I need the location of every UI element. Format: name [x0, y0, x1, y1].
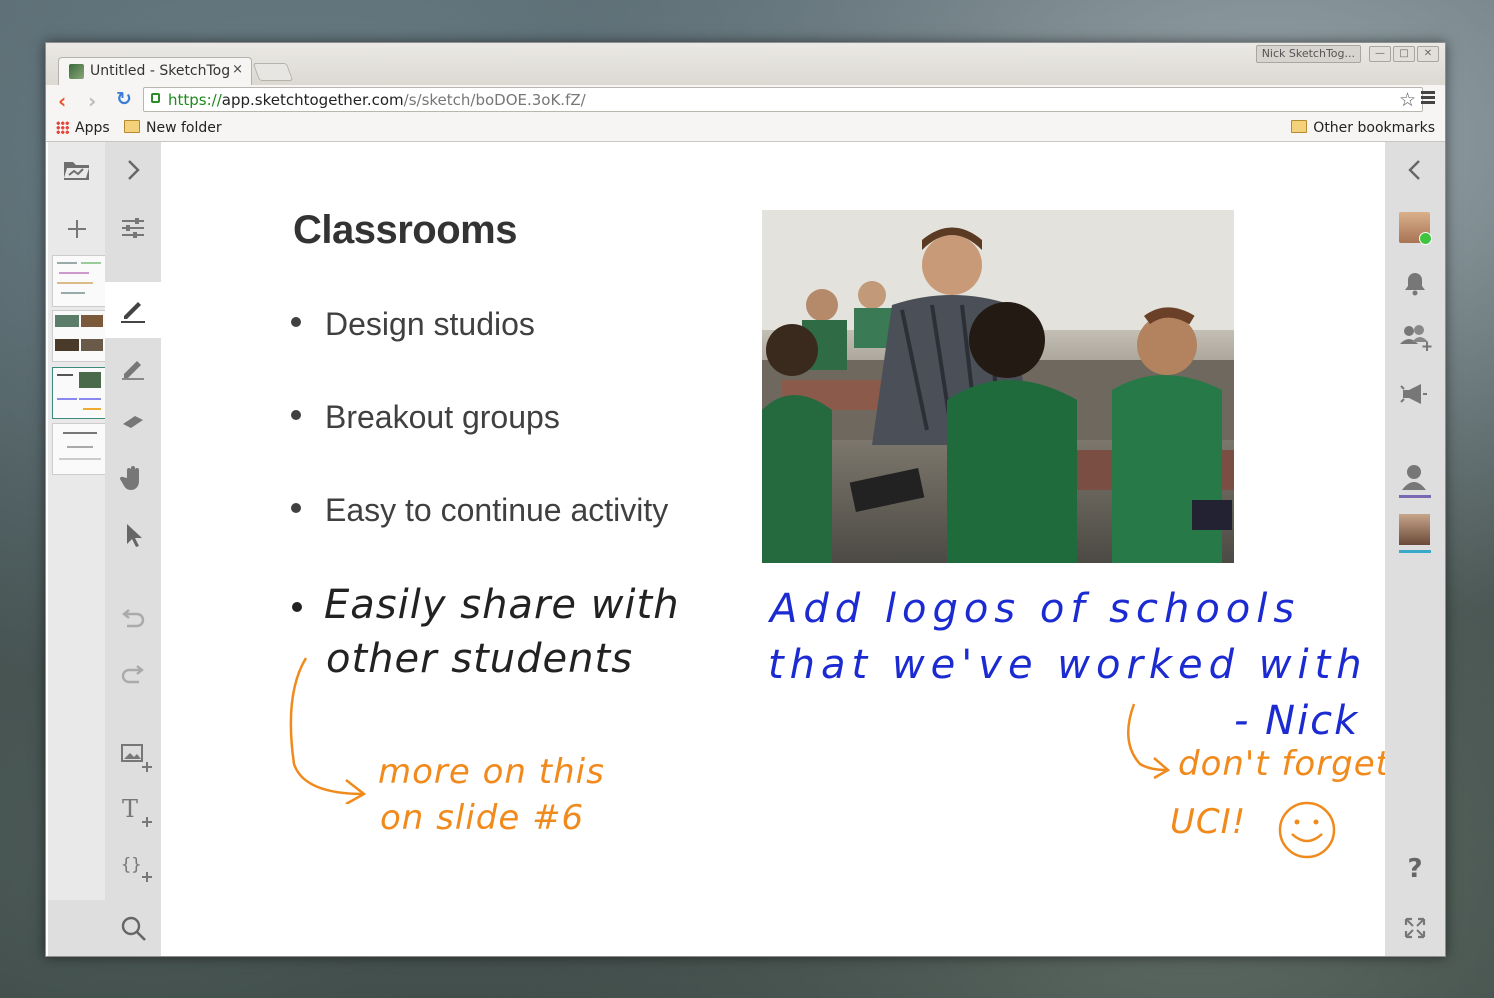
fullscreen-icon[interactable]: [1403, 916, 1427, 940]
bookmark-apps[interactable]: Apps: [56, 120, 110, 136]
new-tab-button[interactable]: [252, 63, 294, 81]
back-icon[interactable]: ‹: [58, 89, 66, 113]
maximize-icon[interactable]: □: [1393, 46, 1415, 62]
search-icon[interactable]: [120, 915, 148, 943]
orange-ink-note: more on this: [378, 752, 605, 792]
slide-thumbnail[interactable]: [52, 423, 106, 475]
browser-menu-icon[interactable]: [1421, 91, 1435, 106]
user-icon[interactable]: [1399, 462, 1429, 494]
url-text: https://app.sketchtogether.com/s/sketch/…: [168, 91, 586, 109]
svg-text:{}: {}: [121, 855, 141, 875]
browser-toolbar: ‹ › ↻ https://app.sketchtogether.com/s/s…: [46, 85, 1445, 115]
handwritten-text: Easily share with: [324, 582, 680, 628]
presence-bar-purple: [1399, 495, 1431, 498]
add-text-icon[interactable]: T: [120, 797, 152, 829]
orange-ink-note: on slide #6: [380, 798, 585, 838]
sliders-icon[interactable]: [120, 215, 146, 241]
slide-thumbnail-current[interactable]: [52, 367, 106, 419]
address-bar[interactable]: https://app.sketchtogether.com/s/sketch/…: [143, 87, 1423, 112]
avatar[interactable]: [1399, 212, 1432, 245]
close-window-icon[interactable]: ✕: [1417, 46, 1439, 62]
browser-tab[interactable]: Untitled - SketchTog ×: [58, 57, 252, 85]
highlighter-icon[interactable]: [120, 354, 146, 380]
undo-icon[interactable]: [121, 608, 145, 630]
smiley-doodle-icon: [1278, 801, 1336, 859]
browser-window: Untitled - SketchTog × Nick SketchTog...…: [45, 42, 1446, 957]
folder-icon: [124, 120, 140, 133]
slide-thumbnail[interactable]: [52, 310, 106, 362]
title-bar: Untitled - SketchTog × Nick SketchTog...…: [46, 43, 1445, 85]
blue-ink-note: that we've worked with: [768, 642, 1368, 688]
reload-icon[interactable]: ↻: [116, 88, 132, 110]
tab-close-icon[interactable]: ×: [232, 62, 243, 77]
orange-ink-reply: don't forget: [1178, 744, 1390, 784]
right-sidebar: ?: [1385, 142, 1445, 956]
add-image-icon[interactable]: [120, 742, 152, 774]
sketch-app: T {} Classrooms Design studios Breakout …: [46, 142, 1445, 956]
svg-text:T: T: [122, 797, 138, 823]
sketchtogether-favicon-icon: [69, 64, 84, 79]
pointer-icon[interactable]: [124, 522, 144, 548]
bell-icon[interactable]: [1402, 270, 1428, 296]
bookmark-new-folder[interactable]: New folder: [124, 120, 222, 136]
bullet-item: Breakout groups: [291, 399, 560, 436]
pen-icon: [121, 302, 145, 323]
bullet-item: Easy to continue activity: [291, 492, 668, 529]
blue-ink-signature: - Nick: [1234, 698, 1360, 744]
bookmark-star-icon[interactable]: ☆: [1399, 89, 1416, 111]
hand-icon[interactable]: [120, 464, 146, 492]
redo-icon[interactable]: [121, 664, 145, 686]
tool-palette: [105, 142, 161, 956]
folder-open-icon[interactable]: [62, 158, 92, 182]
lock-icon: [151, 93, 160, 103]
apps-grid-icon: [56, 121, 69, 134]
blue-ink-note: Add logos of schools: [770, 586, 1301, 632]
chevron-left-icon[interactable]: [1403, 158, 1427, 182]
add-group-icon[interactable]: [1398, 322, 1432, 352]
slide-thumbnail[interactable]: [52, 255, 106, 307]
eraser-icon[interactable]: [119, 410, 147, 434]
folder-icon: [1291, 120, 1308, 133]
left-bottom-bar: [48, 900, 105, 956]
handwritten-bullet-dot: [292, 602, 302, 612]
megaphone-icon[interactable]: [1399, 382, 1429, 406]
add-code-icon[interactable]: {}: [120, 852, 152, 884]
orange-arrow-left: [289, 657, 367, 804]
collaborator-avatar[interactable]: [1399, 514, 1430, 545]
bookmark-other[interactable]: Other bookmarks: [1291, 120, 1435, 136]
orange-ink-reply: UCI!: [1170, 802, 1247, 842]
chevron-right-icon[interactable]: [121, 158, 145, 182]
bookmarks-bar: Apps New folder Other bookmarks: [46, 115, 1445, 142]
online-status-badge: [1419, 232, 1432, 245]
help-icon[interactable]: ?: [1403, 854, 1427, 884]
tab-title: Untitled - SketchTog: [90, 63, 230, 79]
plus-icon[interactable]: [66, 218, 88, 240]
minimize-icon[interactable]: —: [1369, 46, 1391, 62]
slide-thumbnail-strip: [48, 142, 106, 900]
bullet-item: Design studios: [291, 306, 535, 343]
slide-title: Classrooms: [293, 208, 517, 252]
classroom-photo: [762, 210, 1234, 563]
forward-icon[interactable]: ›: [88, 89, 96, 113]
orange-arrow-right: [1127, 703, 1171, 780]
presence-bar-teal: [1399, 550, 1431, 553]
pen-tool-button[interactable]: [105, 282, 161, 338]
profile-badge[interactable]: Nick SketchTog...: [1255, 45, 1361, 63]
